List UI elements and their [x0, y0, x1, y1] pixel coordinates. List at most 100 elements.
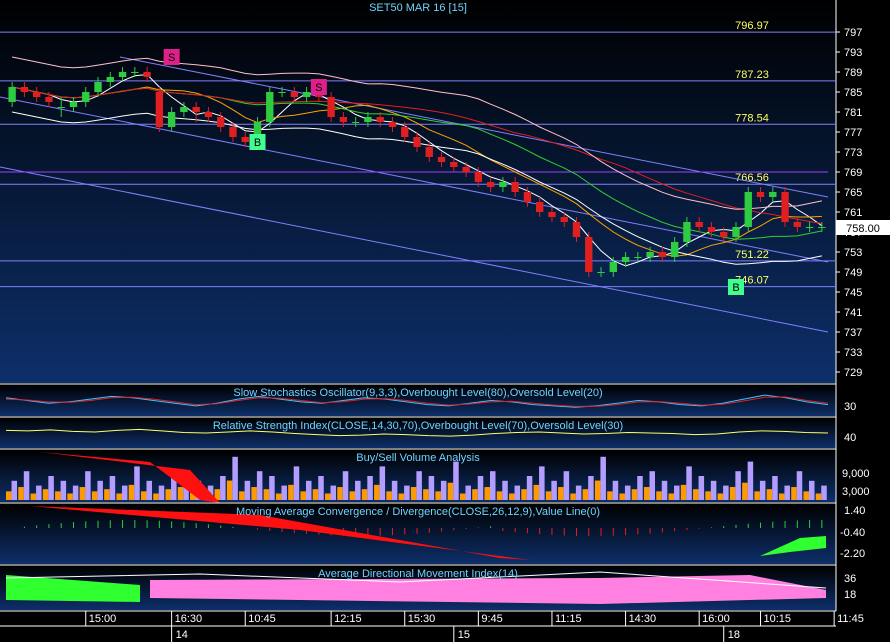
price-tick-label: 785 — [844, 87, 862, 99]
volume-bar — [545, 491, 552, 500]
candle-body — [474, 172, 483, 182]
volume-bar — [484, 487, 490, 500]
volume-bar — [263, 489, 270, 500]
level-label: 751.22 — [735, 249, 769, 261]
candle-body — [572, 222, 581, 237]
volume-bar — [404, 485, 410, 500]
volume-bar — [472, 489, 478, 500]
volume-bar — [821, 485, 827, 500]
volume-bar — [453, 461, 459, 500]
candle-body — [769, 192, 777, 197]
time-label: 10:15 — [764, 613, 792, 625]
candle-body — [597, 272, 605, 273]
date-label: 14 — [176, 629, 188, 641]
candle — [155, 87, 164, 132]
volume-bar — [226, 480, 233, 500]
volume-bar — [661, 480, 668, 500]
candle-body — [241, 137, 249, 142]
volume-bar — [637, 476, 643, 500]
candle-body — [425, 147, 433, 157]
date-label: 18 — [728, 629, 740, 641]
volume-bar — [146, 480, 152, 500]
volume-bar — [539, 466, 545, 500]
buy-signal: B — [249, 134, 266, 150]
volume-bar — [386, 491, 392, 500]
time-label: 15:30 — [408, 613, 436, 625]
candle-body — [462, 167, 470, 172]
candle-body — [106, 77, 114, 82]
price-tick-label: 773 — [844, 147, 862, 159]
rsi-tick: 40 — [844, 432, 856, 444]
adx-title: Average Directional Movement Index(14) — [318, 568, 518, 580]
volume-bar — [686, 466, 692, 500]
candle-body — [94, 82, 102, 92]
buy-signal: B — [727, 279, 744, 295]
volume-bar — [318, 476, 324, 500]
volume-bar — [440, 480, 447, 500]
volume-bar — [177, 487, 184, 500]
candle-body — [744, 192, 752, 227]
volume-bar — [324, 493, 331, 500]
candle-body — [634, 257, 642, 258]
volume-bar — [244, 480, 251, 500]
volume-bar — [680, 484, 687, 500]
volume-bar — [153, 493, 159, 500]
candle-body — [8, 87, 16, 102]
candle-body — [609, 262, 617, 272]
volume-bar — [398, 493, 405, 500]
volume-bar — [251, 487, 257, 500]
volume-bar — [526, 476, 533, 500]
volume-bar — [502, 480, 508, 500]
volume-bar — [588, 476, 594, 500]
candle-body — [217, 117, 225, 127]
volume-bar — [300, 491, 306, 500]
volume-tick: 3,000 — [842, 486, 870, 498]
volume-bar — [55, 491, 61, 500]
candle-body — [327, 97, 335, 117]
volume-bar — [72, 485, 79, 500]
volume-bar — [784, 485, 790, 500]
volume-bar — [281, 485, 287, 500]
price-tick-label: 733 — [844, 347, 862, 359]
volume-bar — [109, 476, 116, 500]
volume-bar — [134, 466, 140, 500]
volume-bar — [459, 493, 466, 500]
volume-bar — [256, 471, 263, 500]
candle-body — [536, 202, 544, 212]
candle-body — [658, 252, 667, 257]
volume-bar — [759, 480, 766, 500]
macd-title: Moving Average Convergence / Divergence(… — [236, 506, 600, 518]
volume-bar — [796, 471, 803, 500]
volume-bar — [416, 471, 422, 500]
volume-bar — [293, 466, 300, 500]
volume-bar — [624, 485, 631, 500]
adx-tick: 18 — [844, 589, 856, 601]
level-label: 778.54 — [735, 112, 769, 124]
candle-body — [695, 222, 703, 227]
candle-body — [732, 227, 740, 237]
last-price-tag: 758.00 — [846, 223, 880, 235]
volume-tick: 9,000 — [842, 468, 870, 480]
candle-body — [707, 227, 716, 232]
candle-body — [57, 107, 65, 108]
candle-body — [511, 182, 519, 192]
volume-bar — [489, 471, 496, 500]
stoch-title: Slow Stochastics Oscillator(9,3,3),Overb… — [233, 387, 602, 399]
candle-body — [376, 117, 384, 122]
volume-bar — [428, 476, 435, 500]
volume-bar — [465, 485, 471, 500]
volume-bar — [747, 461, 754, 500]
volume-bar — [514, 485, 521, 500]
candle-body — [621, 257, 630, 262]
volume-bar — [349, 491, 356, 500]
candle-body — [143, 72, 151, 77]
candle-body — [486, 182, 495, 187]
time-label: 10:45 — [248, 613, 276, 625]
price-tick-label: 745 — [844, 287, 862, 299]
time-label: 16:00 — [702, 613, 730, 625]
volume-bar — [67, 493, 73, 500]
date-label: 15 — [458, 629, 470, 641]
volume-bar — [509, 493, 515, 500]
price-tick-label: 749 — [844, 267, 862, 279]
volume-bar — [447, 482, 454, 500]
